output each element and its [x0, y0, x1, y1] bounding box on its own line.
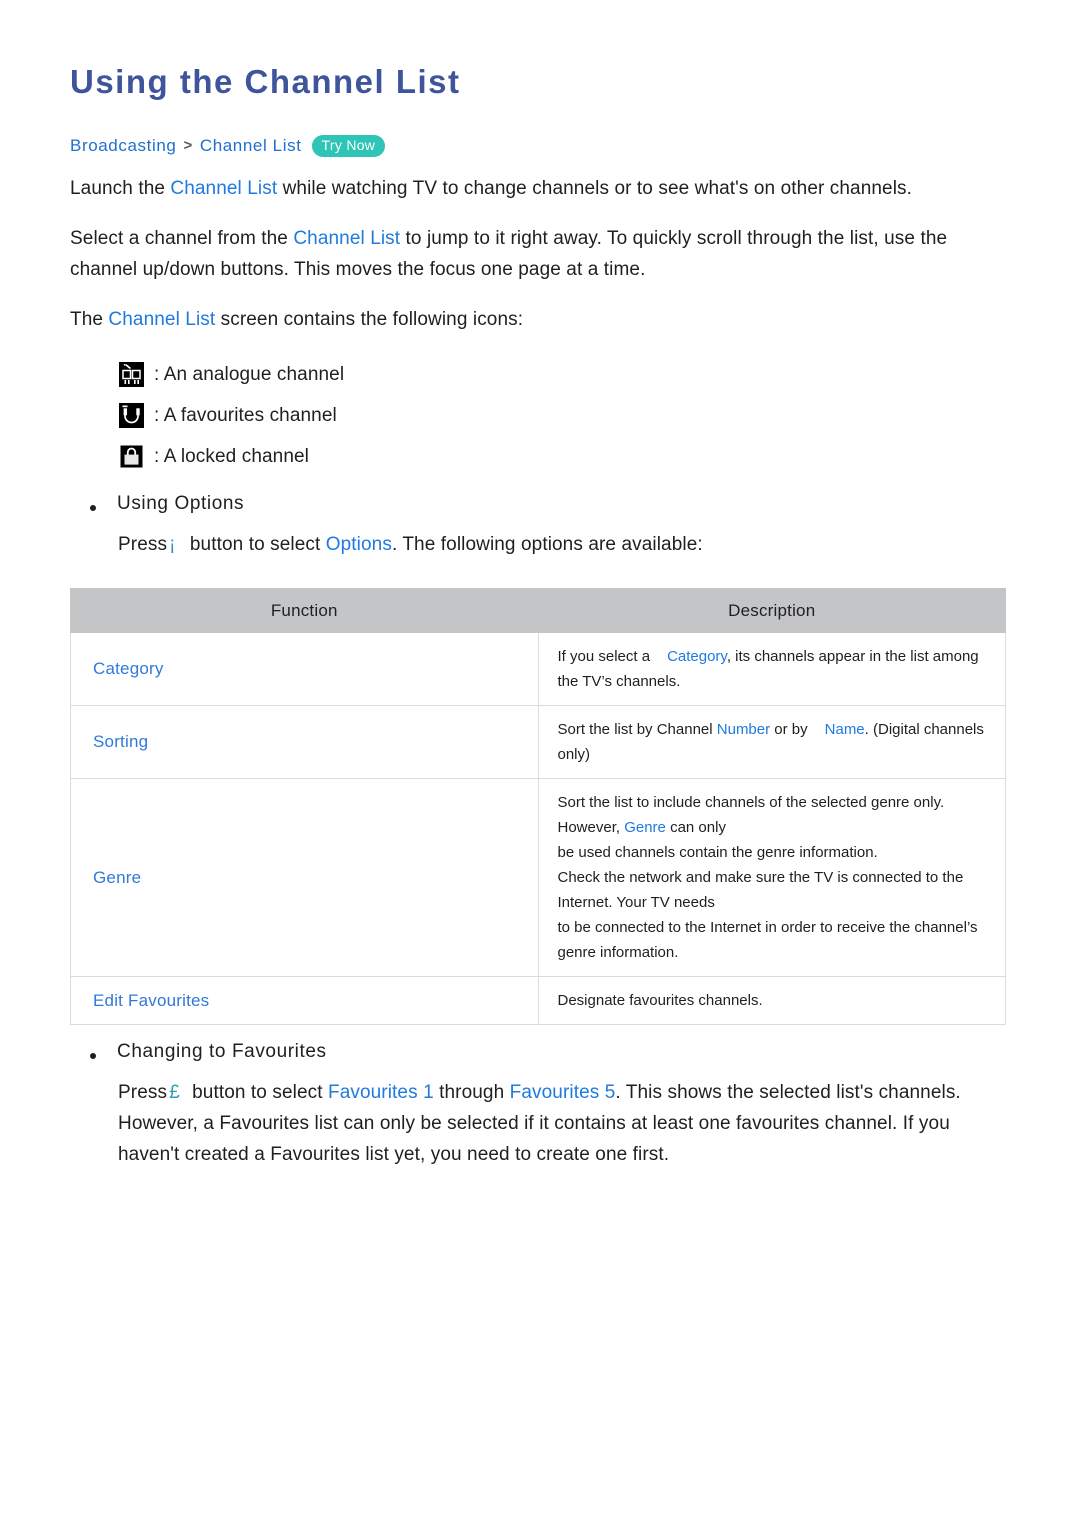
link-options[interactable]: Options: [326, 534, 392, 555]
text-press-a: Press: [118, 534, 168, 556]
favourites-button-symbol-icon: £: [169, 1082, 180, 1104]
genre-line-4: to be connected to the Internet in order…: [557, 919, 978, 962]
cell-function-edit-favourites[interactable]: Edit Favourites: [70, 976, 539, 1026]
column-header-function: Function: [70, 588, 539, 634]
bullet-changing-favourites: Changing to Favourites: [70, 1041, 1010, 1063]
options-button-symbol-icon: ¡: [169, 534, 176, 556]
text-genre-pre: Sort the list to include channels of the…: [557, 794, 945, 837]
paragraph-icons-intro: The Channel List screen contains the fol…: [70, 304, 1010, 335]
text-press-b: button to select: [184, 534, 326, 556]
cell-description-category: If you select a Category, its channels ap…: [537, 632, 1006, 707]
breadcrumb-item-channel-list[interactable]: Channel List: [200, 136, 302, 156]
text-fav-press-b: button to select: [186, 1082, 328, 1104]
link-number[interactable]: Number: [717, 721, 770, 738]
legend-label-locked: : A locked channel: [154, 445, 309, 467]
page-title: Using the Channel List: [70, 63, 461, 100]
cell-description-genre: Sort the list to include channels of the…: [537, 778, 1006, 978]
cell-function-sorting[interactable]: Sorting: [70, 705, 539, 780]
link-channel-list-3[interactable]: Channel List: [108, 309, 215, 330]
heading-changing-favourites: Changing to Favourites: [117, 1041, 327, 1063]
legend-label-analogue: : An analogue channel: [154, 363, 345, 385]
analogue-channel-icon: [119, 362, 144, 388]
paragraph-press-favourites: Press £ button to select Favourites 1 thr…: [118, 1077, 1010, 1170]
legend-label-favourites: : A favourites channel: [154, 404, 337, 426]
cell-function-genre[interactable]: Genre: [70, 778, 539, 978]
table-row: Genre Sort the list to include channels …: [70, 778, 1006, 978]
text-press-c: . The following options are available:: [391, 534, 703, 556]
locked-channel-icon: [120, 445, 143, 468]
cell-description-sorting: Sort the list by Channel Number or by Nam…: [537, 705, 1006, 780]
bullet-dot-icon: [90, 505, 96, 512]
text-p3a: The: [70, 309, 109, 331]
cell-description-edit-favourites: Designate favourites channels.: [537, 976, 1006, 1026]
genre-line-2: be used channels contain the genre infor…: [557, 844, 878, 862]
bullet-dot-icon: [90, 1053, 96, 1060]
chevron-right-icon: >: [183, 136, 193, 154]
heading-using-options: Using Options: [117, 493, 245, 515]
bullet-using-options: Using Options: [70, 493, 1010, 515]
text-p1b: while watching TV to change channels or …: [277, 178, 913, 200]
link-channel-list-2[interactable]: Channel List: [293, 228, 400, 249]
link-favourites-1[interactable]: Favourites 1: [328, 1082, 434, 1103]
text-genre-post: can only: [665, 819, 726, 837]
link-genre[interactable]: Genre: [624, 819, 666, 836]
paragraph-select: Select a channel from the Channel List t…: [70, 223, 1010, 285]
legend-row-favourites: : A favourites channel: [118, 395, 1010, 436]
options-table: Function Description Category If you sel…: [70, 588, 1006, 1026]
document-page: Using the Channel List Broadcasting > Ch…: [0, 0, 1080, 1527]
text-sort-mid: or by: [770, 721, 808, 739]
text-fav-mid: through: [433, 1082, 510, 1104]
text-p2a: Select a channel from the: [70, 228, 294, 250]
table-row: Edit Favourites Designate favourites cha…: [70, 976, 1006, 1026]
paragraph-press-options: Press ¡ button to select Options. The fol…: [118, 529, 1010, 560]
genre-line-1: Sort the list to include channels of the…: [558, 790, 992, 840]
link-favourites-5[interactable]: Favourites 5: [510, 1082, 616, 1103]
table-row: Sorting Sort the list by Channel Number …: [70, 705, 1006, 780]
favourites-channel-icon: [119, 403, 144, 429]
legend-row-locked: : A locked channel: [118, 436, 1010, 477]
text-fav-press-a: Press: [118, 1082, 168, 1104]
text-sort-pre: Sort the list by Channel: [557, 721, 717, 739]
breadcrumb: Broadcasting > Channel List Try Now: [70, 134, 1010, 158]
link-category[interactable]: Category: [667, 648, 727, 665]
text-p1a: Launch the: [70, 178, 171, 200]
try-now-badge[interactable]: Try Now: [311, 134, 386, 158]
table-row: Category If you select a Category, its ch…: [70, 632, 1006, 707]
legend-row-analogue: : An analogue channel: [118, 354, 1010, 395]
icon-legend: : An analogue channel : A favourites cha…: [70, 354, 1010, 477]
text-p3b: screen contains the following icons:: [215, 309, 524, 331]
column-header-description: Description: [537, 588, 1006, 634]
table-header-row: Function Description: [70, 588, 1006, 634]
text-cat-pre: If you select a: [557, 648, 651, 666]
breadcrumb-item-broadcasting[interactable]: Broadcasting: [70, 136, 176, 156]
paragraph-launch: Launch the Channel List while watching T…: [70, 173, 1010, 204]
link-name[interactable]: Name: [825, 721, 865, 738]
cell-function-category[interactable]: Category: [70, 632, 539, 707]
genre-line-3: Check the network and make sure the TV i…: [557, 869, 964, 912]
link-channel-list-1[interactable]: Channel List: [170, 178, 277, 199]
